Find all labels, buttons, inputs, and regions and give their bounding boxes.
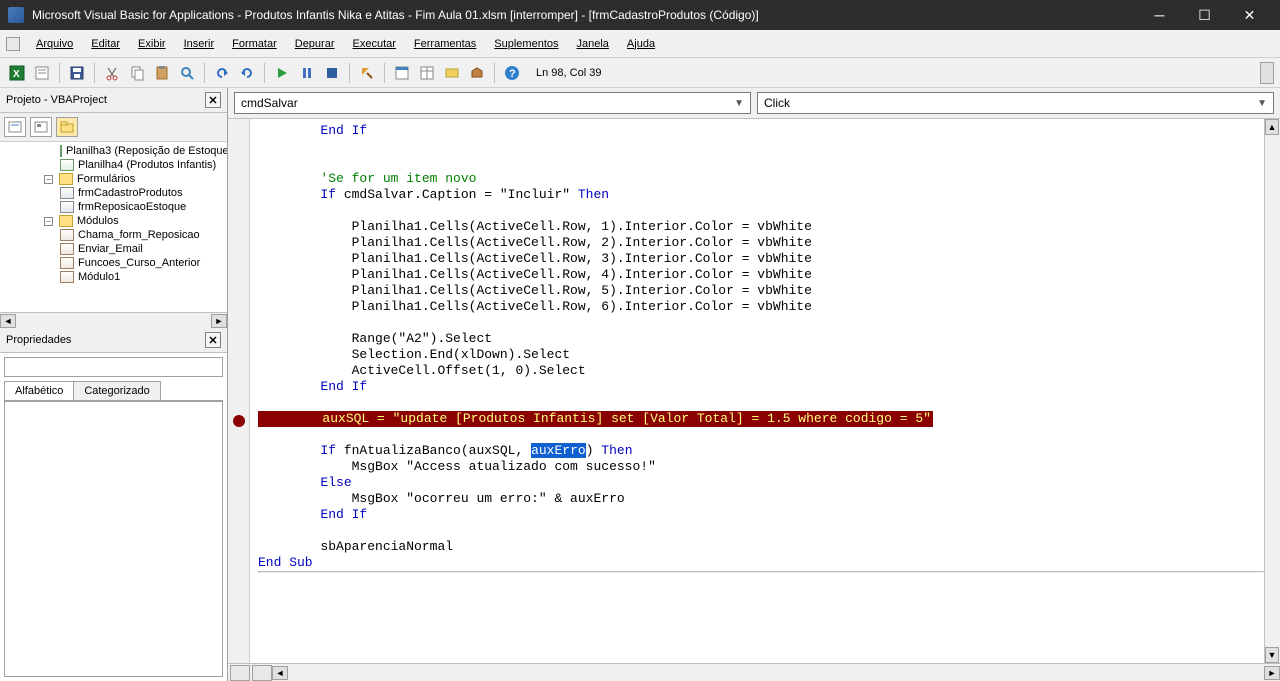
toolbar-overflow[interactable] xyxy=(1260,62,1274,84)
object-browser-button[interactable] xyxy=(441,62,463,84)
tree-funcoes[interactable]: Funcoes_Curso_Anterior xyxy=(0,256,227,270)
procedure-combo-value: Click xyxy=(764,96,790,110)
full-module-view-button[interactable] xyxy=(252,665,272,681)
properties-panel-close[interactable]: ✕ xyxy=(205,332,221,348)
find-button[interactable] xyxy=(176,62,198,84)
scroll-down-button[interactable]: ▼ xyxy=(1265,647,1279,663)
tree-horizontal-scrollbar[interactable]: ◄ ► xyxy=(0,312,227,328)
view-code-button[interactable] xyxy=(4,117,26,137)
break-button[interactable] xyxy=(296,62,318,84)
menu-janela[interactable]: Janela xyxy=(569,34,617,54)
toolbar: X ? Ln 98, Col 39 xyxy=(0,58,1280,88)
tree-frmcadastro[interactable]: frmCadastroProdutos xyxy=(0,186,227,200)
maximize-button[interactable]: ☐ xyxy=(1182,0,1227,30)
tree-modulo1[interactable]: Módulo1 xyxy=(0,270,227,284)
tree-modulos[interactable]: −Módulos xyxy=(0,214,227,228)
project-panel-header: Projeto - VBAProject ✕ xyxy=(0,88,227,113)
menu-editar[interactable]: Editar xyxy=(83,34,128,54)
undo-button[interactable] xyxy=(211,62,233,84)
menu-inserir[interactable]: Inserir xyxy=(176,34,223,54)
scroll-up-button[interactable]: ▲ xyxy=(1265,119,1279,135)
svg-text:?: ? xyxy=(509,68,516,80)
breakpoint-margin[interactable] xyxy=(228,119,250,663)
menu-suplementos[interactable]: Suplementos xyxy=(486,34,566,54)
child-window-icon xyxy=(6,37,20,51)
project-explorer-button[interactable] xyxy=(391,62,413,84)
save-button[interactable] xyxy=(66,62,88,84)
app-icon xyxy=(8,7,24,23)
tree-formularios[interactable]: −Formulários xyxy=(0,172,227,186)
cursor-position: Ln 98, Col 39 xyxy=(536,67,601,79)
procedure-combo[interactable]: Click ▼ xyxy=(757,92,1274,114)
view-object-button[interactable] xyxy=(30,117,52,137)
cut-button[interactable] xyxy=(101,62,123,84)
menu-executar[interactable]: Executar xyxy=(345,34,404,54)
editor-horizontal-scrollbar[interactable]: ◄ ► xyxy=(272,666,1280,680)
redo-button[interactable] xyxy=(236,62,258,84)
procedure-view-button[interactable] xyxy=(230,665,250,681)
scroll-left-button[interactable]: ◄ xyxy=(272,666,288,680)
project-panel-close[interactable]: ✕ xyxy=(205,92,221,108)
toolbox-button[interactable] xyxy=(466,62,488,84)
properties-tab-categorized[interactable]: Categorizado xyxy=(73,381,160,400)
menubar: Arquivo Editar Exibir Inserir Formatar D… xyxy=(0,30,1280,58)
properties-panel-title: Propriedades xyxy=(6,334,71,346)
chevron-down-icon: ▼ xyxy=(1257,98,1267,109)
selected-text: auxErro xyxy=(531,443,586,458)
chevron-down-icon: ▼ xyxy=(734,98,744,109)
object-combo-value: cmdSalvar xyxy=(241,96,298,110)
editor-vertical-scrollbar[interactable]: ▲ ▼ xyxy=(1264,119,1280,663)
scroll-right-button[interactable]: ► xyxy=(1264,666,1280,680)
design-mode-button[interactable] xyxy=(356,62,378,84)
properties-window-button[interactable] xyxy=(416,62,438,84)
breakpoint-line: auxSQL = "update [Produtos Infantis] set… xyxy=(258,411,933,427)
tree-planilha4[interactable]: Planilha4 (Produtos Infantis) xyxy=(0,158,227,172)
menu-exibir[interactable]: Exibir xyxy=(130,34,174,54)
tree-planilha3[interactable]: Planilha3 (Reposição de Estoque) xyxy=(0,144,227,158)
breakpoint-dot[interactable] xyxy=(233,415,245,427)
view-excel-button[interactable]: X xyxy=(6,62,28,84)
code-editor[interactable]: End If 'Se for um item novo If cmdSalvar… xyxy=(250,119,1264,663)
svg-text:X: X xyxy=(13,69,20,80)
minimize-button[interactable]: ─ xyxy=(1137,0,1182,30)
properties-tab-alphabetic[interactable]: Alfabético xyxy=(4,381,74,400)
tree-scroll-left[interactable]: ◄ xyxy=(0,314,16,328)
project-toolbar xyxy=(0,113,227,142)
properties-object-dropdown[interactable] xyxy=(4,357,223,377)
procedure-separator xyxy=(258,571,1264,573)
menu-arquivo[interactable]: Arquivo xyxy=(28,34,81,54)
tree-enviar[interactable]: Enviar_Email xyxy=(0,242,227,256)
tree-frmreposicao[interactable]: frmReposicaoEstoque xyxy=(0,200,227,214)
project-panel-title: Projeto - VBAProject xyxy=(6,94,107,106)
toggle-folders-button[interactable] xyxy=(56,117,78,137)
tree-chama[interactable]: Chama_form_Reposicao xyxy=(0,228,227,242)
reset-button[interactable] xyxy=(321,62,343,84)
run-button[interactable] xyxy=(271,62,293,84)
properties-panel-header: Propriedades ✕ xyxy=(0,328,227,353)
copy-button[interactable] xyxy=(126,62,148,84)
properties-grid[interactable] xyxy=(4,401,223,677)
close-button[interactable]: ✕ xyxy=(1227,0,1272,30)
titlebar: Microsoft Visual Basic for Applications … xyxy=(0,0,1280,30)
insert-menu-button[interactable] xyxy=(31,62,53,84)
menu-formatar[interactable]: Formatar xyxy=(224,34,285,54)
menu-depurar[interactable]: Depurar xyxy=(287,34,343,54)
window-title: Microsoft Visual Basic for Applications … xyxy=(32,8,1137,22)
menu-ferramentas[interactable]: Ferramentas xyxy=(406,34,484,54)
paste-button[interactable] xyxy=(151,62,173,84)
object-combo[interactable]: cmdSalvar ▼ xyxy=(234,92,751,114)
menu-ajuda[interactable]: Ajuda xyxy=(619,34,663,54)
project-tree[interactable]: Planilha3 (Reposição de Estoque) Planilh… xyxy=(0,142,227,312)
tree-scroll-right[interactable]: ► xyxy=(211,314,227,328)
help-button[interactable]: ? xyxy=(501,62,523,84)
